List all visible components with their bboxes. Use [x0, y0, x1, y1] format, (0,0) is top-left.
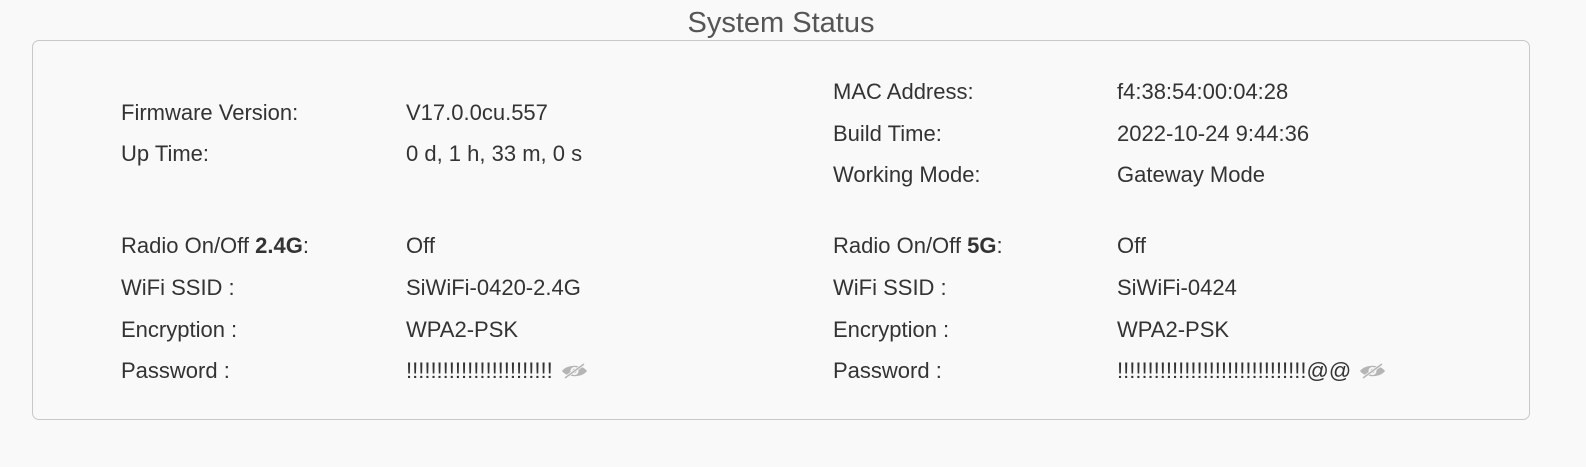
- ssid-24g-value: SiWiFi-0420-2.4G: [406, 275, 581, 300]
- working-mode-value: Gateway Mode: [1117, 162, 1265, 187]
- build-time-label: Build Time:: [833, 121, 942, 146]
- page-title: System Status: [687, 7, 875, 39]
- eye-slash-icon[interactable]: [561, 363, 588, 379]
- system-status-page: System Status Firmware Version: V17.0.0c…: [0, 0, 1586, 467]
- password-5g-value-group: !!!!!!!!!!!!!!!!!!!!!!!!!!!!!!!@@: [1117, 356, 1386, 386]
- radio-24g-band: 2.4G: [255, 233, 303, 258]
- encryption-5g-label: Encryption :: [833, 317, 950, 342]
- working-mode-label: Working Mode:: [833, 162, 981, 187]
- password-24g-label: Password :: [121, 358, 230, 383]
- encryption-24g-value: WPA2-PSK: [406, 317, 519, 342]
- radio-24g-label-suffix: :: [302, 233, 309, 258]
- uptime-value: 0 d, 1 h, 33 m, 0 s: [406, 141, 583, 166]
- uptime-label: Up Time:: [121, 141, 210, 166]
- firmware-label: Firmware Version:: [121, 100, 299, 125]
- encryption-5g-value: WPA2-PSK: [1117, 317, 1230, 342]
- password-5g-label: Password :: [833, 358, 942, 383]
- build-time-value: 2022-10-24 9:44:36: [1117, 121, 1310, 146]
- mac-value: f4:38:54:00:04:28: [1117, 79, 1289, 104]
- radio-5g-band: 5G: [967, 233, 997, 258]
- radio-5g-value: Off: [1117, 233, 1146, 258]
- radio-5g-label-prefix: Radio On/Off: [833, 233, 968, 258]
- ssid-5g-label: WiFi SSID :: [833, 275, 947, 300]
- password-24g-value: !!!!!!!!!!!!!!!!!!!!!!!!: [406, 358, 553, 383]
- radio-24g-label: Radio On/Off 2.4G:: [121, 231, 309, 261]
- eye-slash-icon[interactable]: [1359, 363, 1386, 379]
- ssid-5g-value: SiWiFi-0424: [1117, 275, 1237, 300]
- firmware-value: V17.0.0cu.557: [406, 100, 548, 125]
- password-5g-value: !!!!!!!!!!!!!!!!!!!!!!!!!!!!!!!@@: [1117, 358, 1352, 383]
- radio-24g-label-prefix: Radio On/Off: [121, 233, 256, 258]
- mac-label: MAC Address:: [833, 79, 974, 104]
- password-24g-value-group: !!!!!!!!!!!!!!!!!!!!!!!!: [406, 356, 588, 386]
- encryption-24g-label: Encryption :: [121, 317, 238, 342]
- radio-24g-value: Off: [406, 233, 435, 258]
- radio-5g-label: Radio On/Off 5G:: [833, 231, 1003, 261]
- radio-5g-label-suffix: :: [996, 233, 1003, 258]
- ssid-24g-label: WiFi SSID :: [121, 275, 235, 300]
